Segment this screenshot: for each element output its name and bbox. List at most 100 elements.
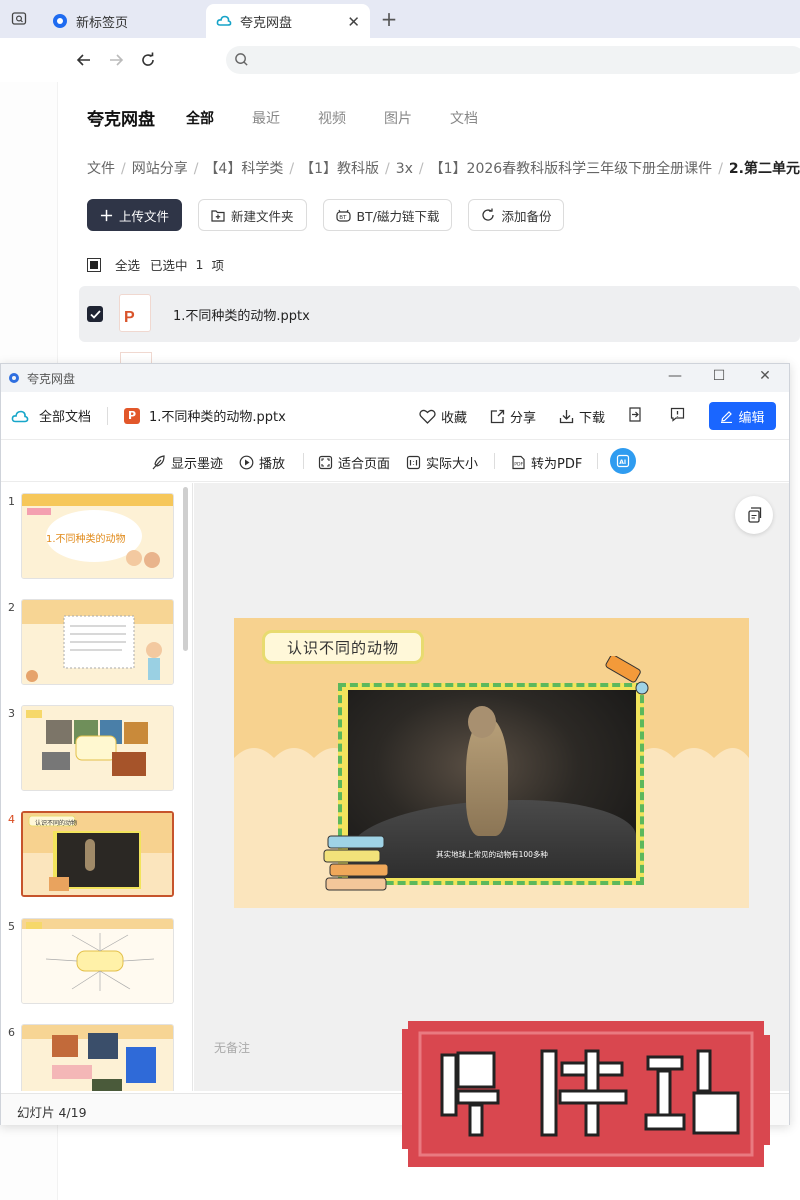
file-name[interactable]: 1.不同种类的动物.pptx	[173, 305, 310, 324]
breadcrumb-item[interactable]: 网站分享	[132, 161, 188, 177]
tab-quark-drive[interactable]: 夸克网盘 ✕	[206, 4, 370, 38]
ai-assistant-icon[interactable]: AI	[610, 448, 636, 474]
thumbnail-scrollbar[interactable]	[183, 487, 188, 651]
to-pdf-button[interactable]: PDF 转为PDF	[511, 453, 582, 472]
bt-download-button[interactable]: BT BT/磁力链下载	[322, 199, 453, 231]
copy-slide-icon[interactable]	[735, 496, 773, 534]
navigation-bar	[0, 38, 800, 82]
breadcrumb-item[interactable]: 【4】科学类	[204, 161, 283, 177]
minimize-icon[interactable]: —	[663, 368, 687, 384]
browser-tab-strip: 新标签页 夸克网盘 ✕ +	[0, 0, 800, 38]
actual-size-label: 实际大小	[426, 457, 479, 472]
tab-new-tab[interactable]: 新标签页	[42, 4, 202, 38]
add-backup-button[interactable]: 添加备份	[468, 199, 565, 231]
bt-download-label: BT/磁力链下载	[356, 208, 440, 224]
document-viewer-window: 夸克网盘 — ☐ ✕ 全部文档 P 1.不同种类的动物.pptx 收藏 分享 下…	[0, 363, 790, 1125]
books-illustration	[323, 835, 389, 891]
pptx-file-icon: P	[124, 407, 141, 424]
viewer-title-bar: 夸克网盘 — ☐ ✕	[1, 364, 789, 392]
viewer-file-name: 1.不同种类的动物.pptx	[149, 410, 286, 425]
reload-icon[interactable]	[138, 50, 158, 70]
fit-page-label: 适合页面	[338, 457, 391, 472]
back-arrow-icon[interactable]	[74, 50, 94, 70]
file-checkbox[interactable]	[87, 306, 103, 322]
play-button[interactable]: 播放	[239, 453, 285, 472]
forward-arrow-icon[interactable]	[106, 50, 126, 70]
pdf-icon: PDF	[511, 455, 526, 470]
add-backup-label: 添加备份	[501, 208, 552, 224]
feather-icon	[151, 455, 166, 470]
drive-action-bar: 上传文件 新建文件夹 BT BT/磁力链下载 添加备份	[87, 199, 580, 231]
thumbnail-number: 1	[8, 495, 15, 508]
app-logo-icon	[9, 373, 19, 383]
slide-thumbnail-6[interactable]	[21, 1024, 174, 1091]
select-all-checkbox[interactable]	[87, 257, 101, 272]
tab-recent[interactable]: 最近	[252, 108, 280, 128]
folder-plus-icon	[211, 209, 225, 222]
svg-text:BT: BT	[339, 215, 347, 221]
slide-thumbnail-3[interactable]	[21, 705, 174, 791]
toolbar-divider	[303, 453, 304, 469]
slide-stage: 认识不同的动物 其实地球上常见的动物有100多种 无备注	[194, 483, 789, 1091]
share-button[interactable]: 分享	[490, 407, 536, 426]
thumbnail-number: 3	[8, 707, 15, 720]
toolbar-divider	[597, 453, 598, 469]
all-docs-link[interactable]: 全部文档	[39, 406, 91, 425]
thumbnail-number: 5	[8, 920, 15, 933]
slide-thumbnail-4[interactable]: 认识不同的动物	[21, 811, 174, 897]
fit-page-button[interactable]: 适合页面	[318, 453, 390, 472]
svg-text:AI: AI	[619, 459, 626, 466]
select-all-label[interactable]: 全选	[115, 255, 140, 274]
edit-button[interactable]: 编辑	[709, 402, 776, 430]
sync-icon	[481, 208, 495, 222]
tab-label: 新标签页	[76, 15, 129, 31]
slide-thumbnail-5[interactable]	[21, 918, 174, 1004]
new-tab-button[interactable]: +	[378, 7, 400, 31]
tab-docs[interactable]: 文档	[450, 108, 478, 128]
download-button[interactable]: 下载	[559, 407, 605, 426]
download-label: 下载	[579, 411, 606, 426]
slide-notes: 无备注	[214, 1041, 251, 1055]
tab-search-icon[interactable]	[6, 6, 32, 32]
address-bar[interactable]	[226, 46, 800, 74]
toolbar-divider	[494, 453, 495, 469]
new-folder-button[interactable]: 新建文件夹	[198, 199, 307, 231]
export-icon[interactable]	[628, 407, 642, 422]
maximize-icon[interactable]: ☐	[707, 368, 731, 384]
drive-category-tabs: 全部 最近 视频 图片 文档	[186, 108, 516, 128]
show-ink-button[interactable]: 显示墨迹	[151, 453, 223, 472]
close-tab-icon[interactable]: ✕	[347, 13, 360, 31]
fit-page-icon	[318, 455, 333, 470]
slide-thumbnail-1[interactable]: 1.不同种类的动物	[21, 493, 174, 579]
new-folder-label: 新建文件夹	[231, 208, 294, 224]
browser-logo-icon	[52, 13, 68, 29]
breadcrumb-item[interactable]: 3x	[396, 161, 413, 177]
slide-thumbnail-panel: 1 1.不同种类的动物 2 3 4 认识不同的动物 5 6	[1, 483, 193, 1091]
tab-images[interactable]: 图片	[384, 108, 412, 128]
selection-row: 全选 已选中 1 项	[87, 255, 224, 274]
pptx-file-icon: P	[119, 294, 151, 332]
search-icon	[234, 52, 249, 71]
breadcrumb-item[interactable]: 文件	[87, 161, 115, 177]
plus-icon	[100, 209, 113, 222]
file-row[interactable]: P 1.不同种类的动物.pptx	[79, 286, 800, 342]
share-icon	[490, 409, 505, 424]
pencil-illustration	[605, 656, 649, 695]
favorite-button[interactable]: 收藏	[419, 407, 467, 426]
breadcrumb-current: 2.第二单元 动	[728, 161, 800, 177]
upload-button[interactable]: 上传文件	[87, 199, 183, 231]
slide-thumbnail-2[interactable]	[21, 599, 174, 685]
play-label: 播放	[259, 457, 286, 472]
actual-size-icon	[406, 455, 421, 470]
breadcrumb-item[interactable]: 【1】教科版	[300, 161, 379, 177]
tab-all[interactable]: 全部	[186, 108, 214, 128]
selected-label: 已选中	[150, 258, 188, 273]
feedback-icon[interactable]	[670, 407, 685, 422]
tab-video[interactable]: 视频	[318, 108, 346, 128]
close-window-icon[interactable]: ✕	[753, 368, 777, 384]
actual-size-button[interactable]: 实际大小	[406, 453, 478, 472]
magnet-icon: BT	[335, 209, 351, 222]
cloud-icon	[11, 409, 29, 423]
breadcrumb-item[interactable]: 【1】2026春教科版科学三年级下册全册课件	[430, 161, 713, 177]
to-pdf-label: 转为PDF	[531, 457, 583, 472]
